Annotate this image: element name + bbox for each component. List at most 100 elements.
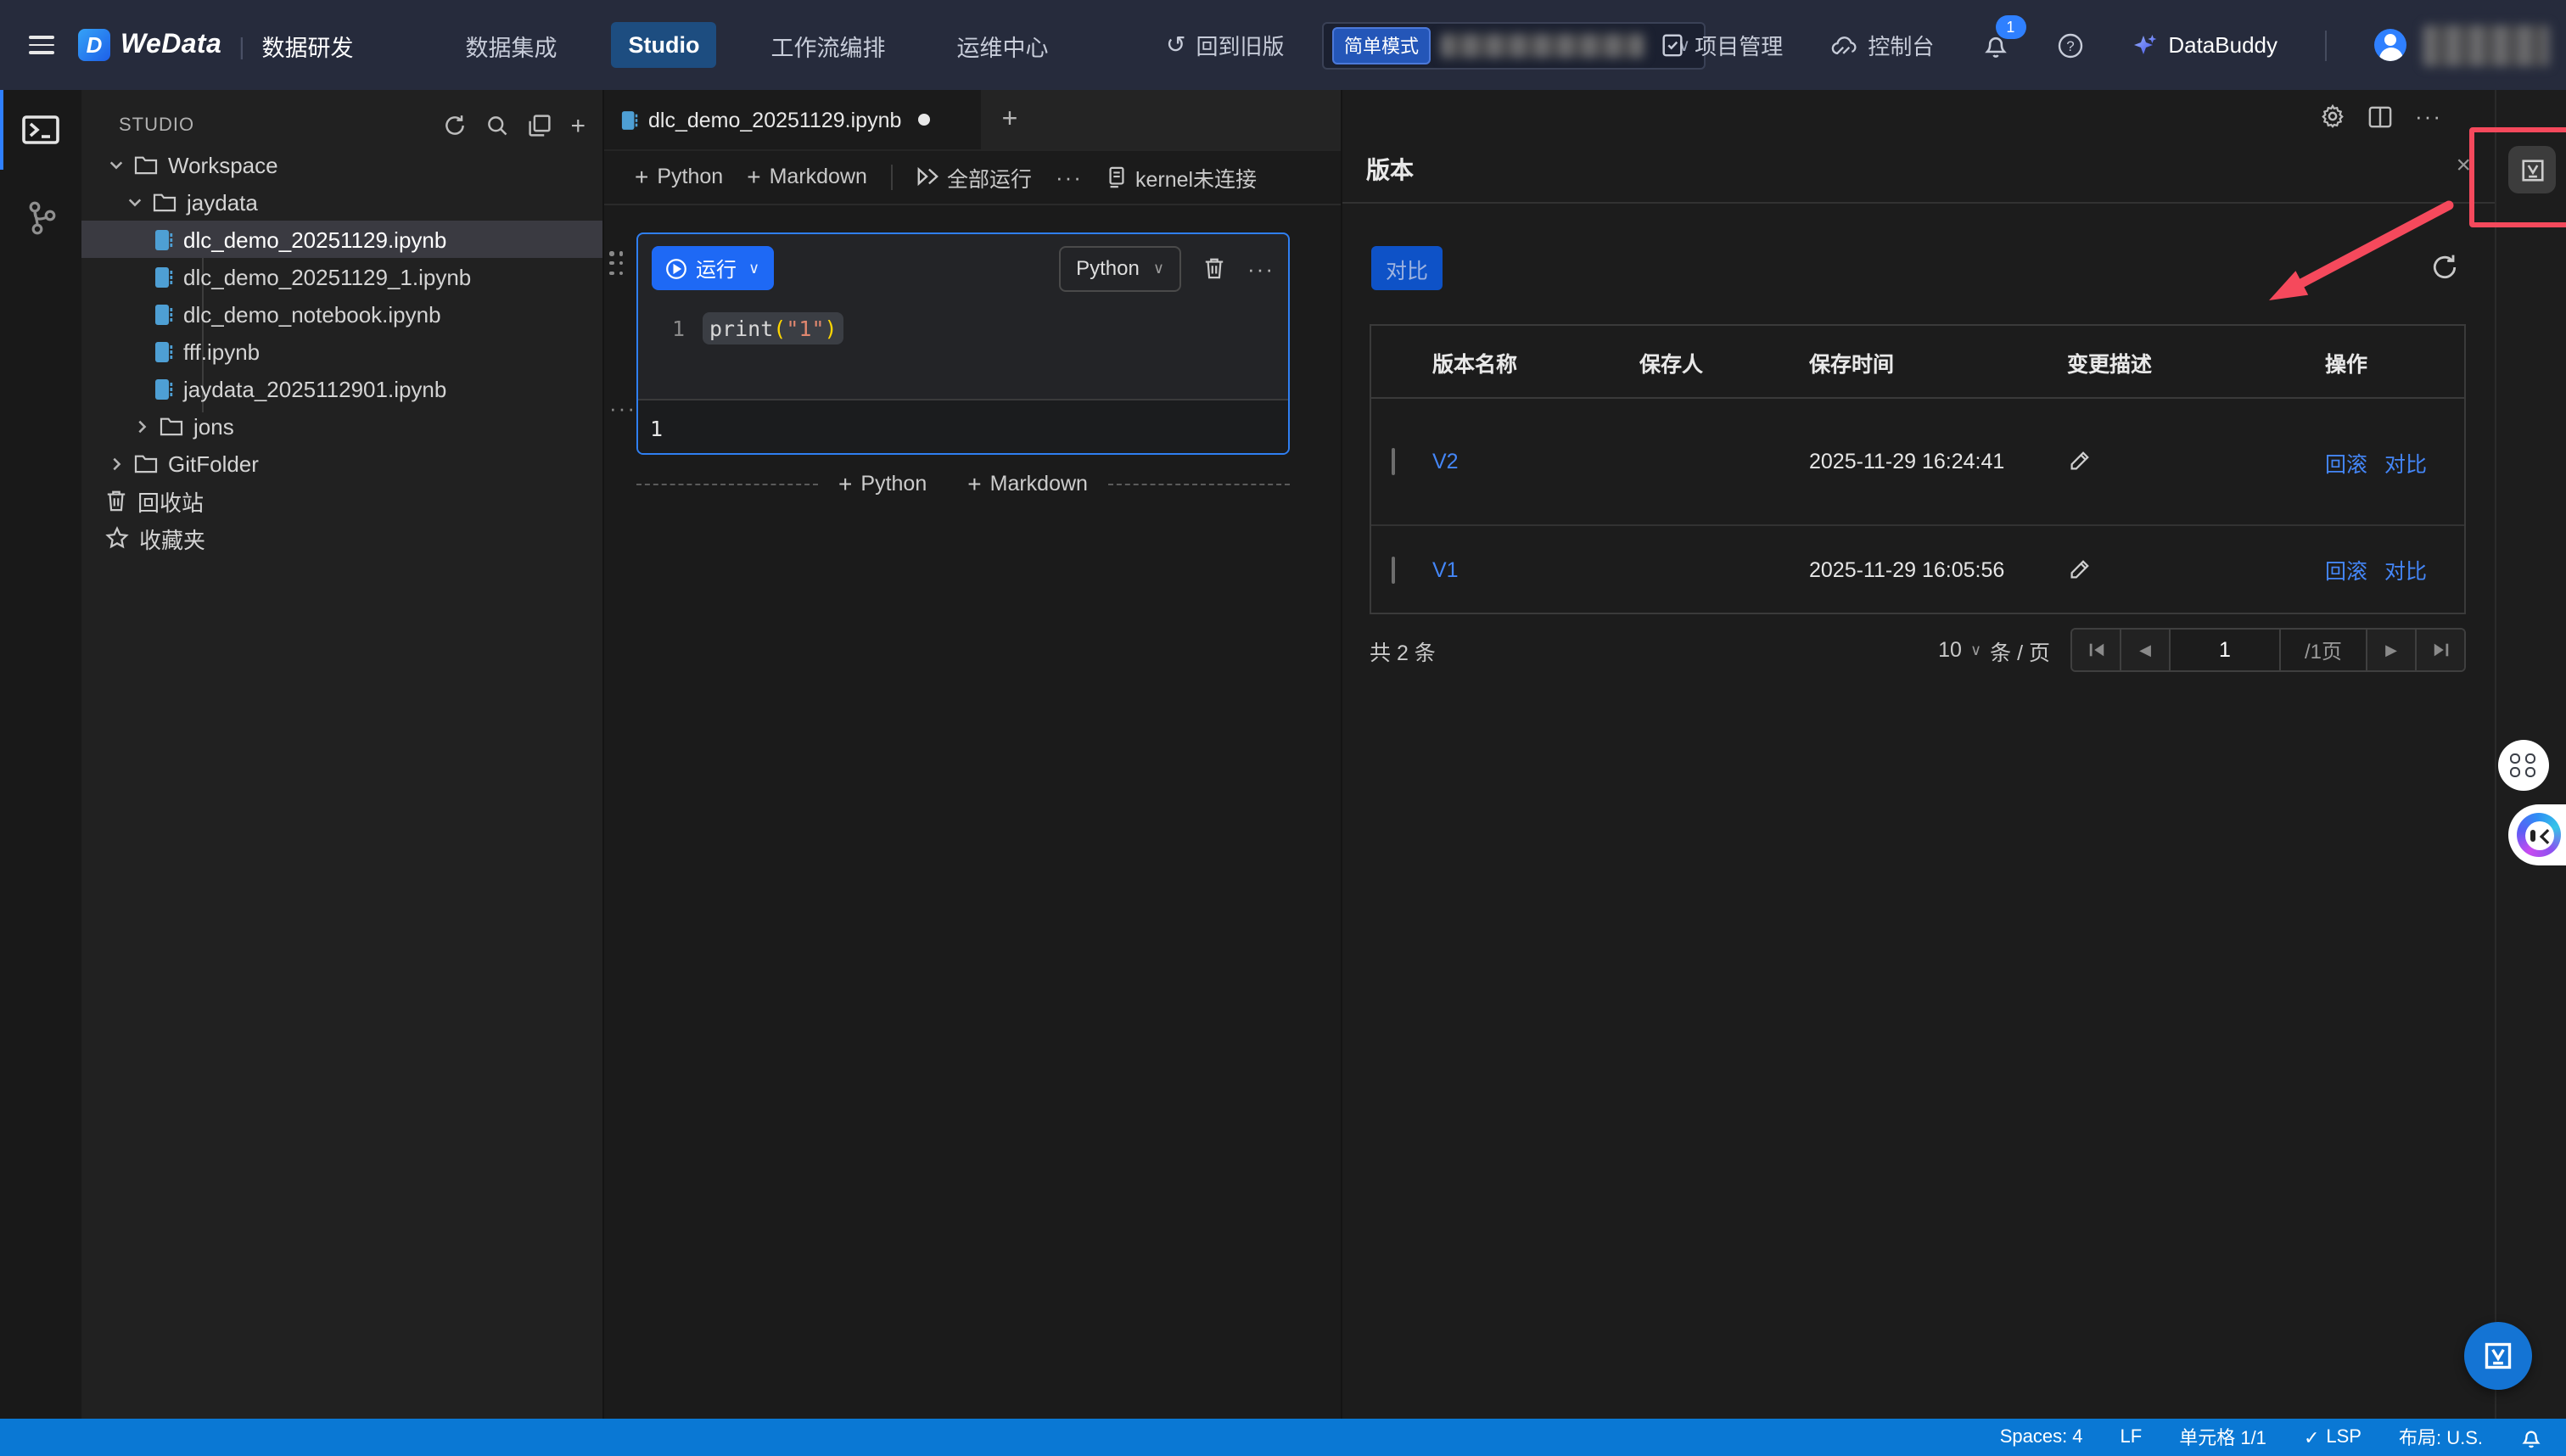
databuddy-button[interactable]: DataBuddy <box>2131 31 2277 59</box>
edit-description-icon[interactable] <box>2067 557 2325 581</box>
tree-item-notebook[interactable]: dlc_demo_20251129_1.ipynb <box>81 258 602 295</box>
explorer-header: STUDIO + <box>81 90 602 151</box>
table-row: V2 2025-11-29 16:24:41 回滚 对比 <box>1371 399 2464 526</box>
version-history-rail-button[interactable] <box>2508 146 2556 193</box>
search-icon[interactable] <box>485 114 509 137</box>
status-lsp[interactable]: ✓LSP <box>2304 1426 2362 1448</box>
tree-item-favorites[interactable]: 收藏夹 <box>81 519 602 557</box>
tree-item-gitfolder[interactable]: GitFolder <box>81 445 602 482</box>
prev-page-button[interactable]: ◀ <box>2121 630 2171 670</box>
tree-item-recycle-bin[interactable]: 回收站 <box>81 482 602 519</box>
settings-gear-icon[interactable] <box>2320 104 2345 129</box>
row-checkbox[interactable] <box>1392 556 1395 583</box>
tree-item-jaydata[interactable]: jaydata <box>81 183 602 221</box>
refresh-icon[interactable] <box>443 114 467 137</box>
status-bar: Spaces: 4 LF 单元格 1/1 ✓LSP 布局: U.S. <box>0 1419 2566 1456</box>
page-size-select[interactable]: 10 ∨ 条 / 页 <box>1938 634 2050 666</box>
status-keyboard-layout[interactable]: 布局: U.S. <box>2399 1424 2483 1451</box>
code-line[interactable]: 1 print("1") <box>638 312 1288 344</box>
code-text: print("1") <box>703 312 844 344</box>
refresh-icon[interactable] <box>2430 253 2459 282</box>
output-more-button[interactable]: ··· <box>609 395 636 421</box>
page-input[interactable]: 1 <box>2171 630 2281 670</box>
cell-header: 运行 ∨ Python ∨ ··· <box>638 234 1288 302</box>
topbar-divider <box>2325 30 2327 60</box>
new-tab-button[interactable]: + <box>981 90 1039 149</box>
version-panel-header: 版本 × <box>1342 137 2495 204</box>
close-icon[interactable]: × <box>2456 153 2471 178</box>
git-rail-button[interactable] <box>0 178 81 258</box>
split-layout-icon[interactable] <box>2367 104 2393 128</box>
delete-cell-icon[interactable] <box>1203 256 1225 280</box>
status-bell-icon[interactable] <box>2520 1425 2542 1449</box>
new-file-icon[interactable]: + <box>570 111 585 140</box>
back-to-old-version[interactable]: ↺ 回到旧版 <box>1166 0 1285 90</box>
tree-item-notebook[interactable]: dlc_demo_notebook.ipynb <box>81 295 602 333</box>
next-page-button[interactable]: ▶ <box>2367 630 2417 670</box>
help-button[interactable]: ? <box>2056 31 2083 59</box>
rollback-link[interactable]: 回滚 <box>2325 553 2367 585</box>
project-mode-select[interactable]: 简单模式 ∨ <box>1322 22 1706 70</box>
tree-item-jons[interactable]: jons <box>81 407 602 445</box>
tree-item-workspace[interactable]: Workspace <box>81 146 602 183</box>
cloud-icon <box>1830 33 1857 57</box>
nav-workflow[interactable]: 工作流编排 <box>754 18 902 72</box>
nav-ops-center[interactable]: 运维中心 <box>939 18 1065 72</box>
last-page-button[interactable] <box>2417 630 2464 670</box>
run-all-button[interactable]: 全部运行 <box>916 160 1032 193</box>
compare-link[interactable]: 对比 <box>2384 553 2427 585</box>
widgets-float-button[interactable] <box>2498 740 2549 791</box>
robot-face-icon <box>2517 813 2561 857</box>
cell-language-select[interactable]: Python ∨ <box>1059 245 1181 291</box>
table-row: V1 2025-11-29 16:05:56 回滚 对比 <box>1371 526 2464 613</box>
notebook-cell[interactable]: 运行 ∨ Python ∨ ··· 1 print("1") <box>636 232 1290 455</box>
assistant-float-button[interactable] <box>2508 804 2566 865</box>
tab-notebook[interactable]: dlc_demo_20251129.ipynb <box>604 90 981 149</box>
status-spaces[interactable]: Spaces: 4 <box>2000 1427 2083 1448</box>
row-checkbox[interactable] <box>1392 448 1395 475</box>
add-markdown-cell-button[interactable]: +Markdown <box>747 163 867 190</box>
cell-drag-handle[interactable] <box>609 251 625 277</box>
wedata-logo-icon[interactable]: D <box>78 29 110 61</box>
panel-title: 版本 <box>1366 153 1414 187</box>
run-cell-button[interactable]: 运行 ∨ <box>652 246 773 290</box>
version-link[interactable]: V1 <box>1432 557 1639 581</box>
add-python-button[interactable]: +Python <box>818 470 947 497</box>
terminal-rail-button[interactable] <box>0 90 81 170</box>
version-fab-button[interactable] <box>2464 1322 2532 1390</box>
wedata-brand[interactable]: WeData <box>120 30 221 60</box>
tree-item-notebook[interactable]: jaydata_2025112901.ipynb <box>81 370 602 407</box>
cell-more-button[interactable]: ··· <box>1247 255 1275 281</box>
kernel-status[interactable]: kernel未连接 <box>1107 160 1257 193</box>
star-icon <box>105 526 129 550</box>
page-total-label: /1页 <box>2281 630 2367 670</box>
first-page-button[interactable] <box>2072 630 2121 670</box>
topbar-right-cluster: 项目管理 控制台 1 ? <box>1659 0 2549 90</box>
collapse-all-icon[interactable] <box>528 114 552 137</box>
status-cell-position[interactable]: 单元格 1/1 <box>2179 1424 2266 1451</box>
notifications-bell[interactable]: 1 <box>1981 31 2009 59</box>
add-python-cell-button[interactable]: +Python <box>635 163 723 190</box>
nav-studio[interactable]: Studio <box>611 22 716 68</box>
add-markdown-button[interactable]: +Markdown <box>947 470 1108 497</box>
edit-description-icon[interactable] <box>2067 450 2325 473</box>
user-avatar[interactable] <box>2374 29 2406 61</box>
col-save-time: 保存时间 <box>1809 345 2067 378</box>
tree-item-notebook[interactable]: fff.ipynb <box>81 333 602 370</box>
total-count: 共 2 条 <box>1370 634 1436 666</box>
console-link[interactable]: 控制台 <box>1830 29 1934 61</box>
toolbar-more-button[interactable]: ··· <box>1056 164 1083 189</box>
modified-dot-icon[interactable] <box>918 114 930 126</box>
nav-data-integration[interactable]: 数据集成 <box>448 18 574 72</box>
project-management-link[interactable]: 项目管理 <box>1659 29 1783 61</box>
status-eol[interactable]: LF <box>2121 1427 2143 1448</box>
compare-link[interactable]: 对比 <box>2384 445 2427 478</box>
rollback-link[interactable]: 回滚 <box>2325 445 2367 478</box>
table-header-row: 版本名称 保存人 保存时间 变更描述 操作 <box>1371 326 2464 399</box>
chevron-right-icon <box>109 456 126 471</box>
hamburger-menu-icon[interactable] <box>29 30 54 59</box>
panel-more-button[interactable]: ··· <box>2415 104 2442 129</box>
version-link[interactable]: V2 <box>1432 450 1639 473</box>
compare-button[interactable]: 对比 <box>1371 246 1443 290</box>
tree-item-notebook[interactable]: dlc_demo_20251129.ipynb <box>81 221 602 258</box>
